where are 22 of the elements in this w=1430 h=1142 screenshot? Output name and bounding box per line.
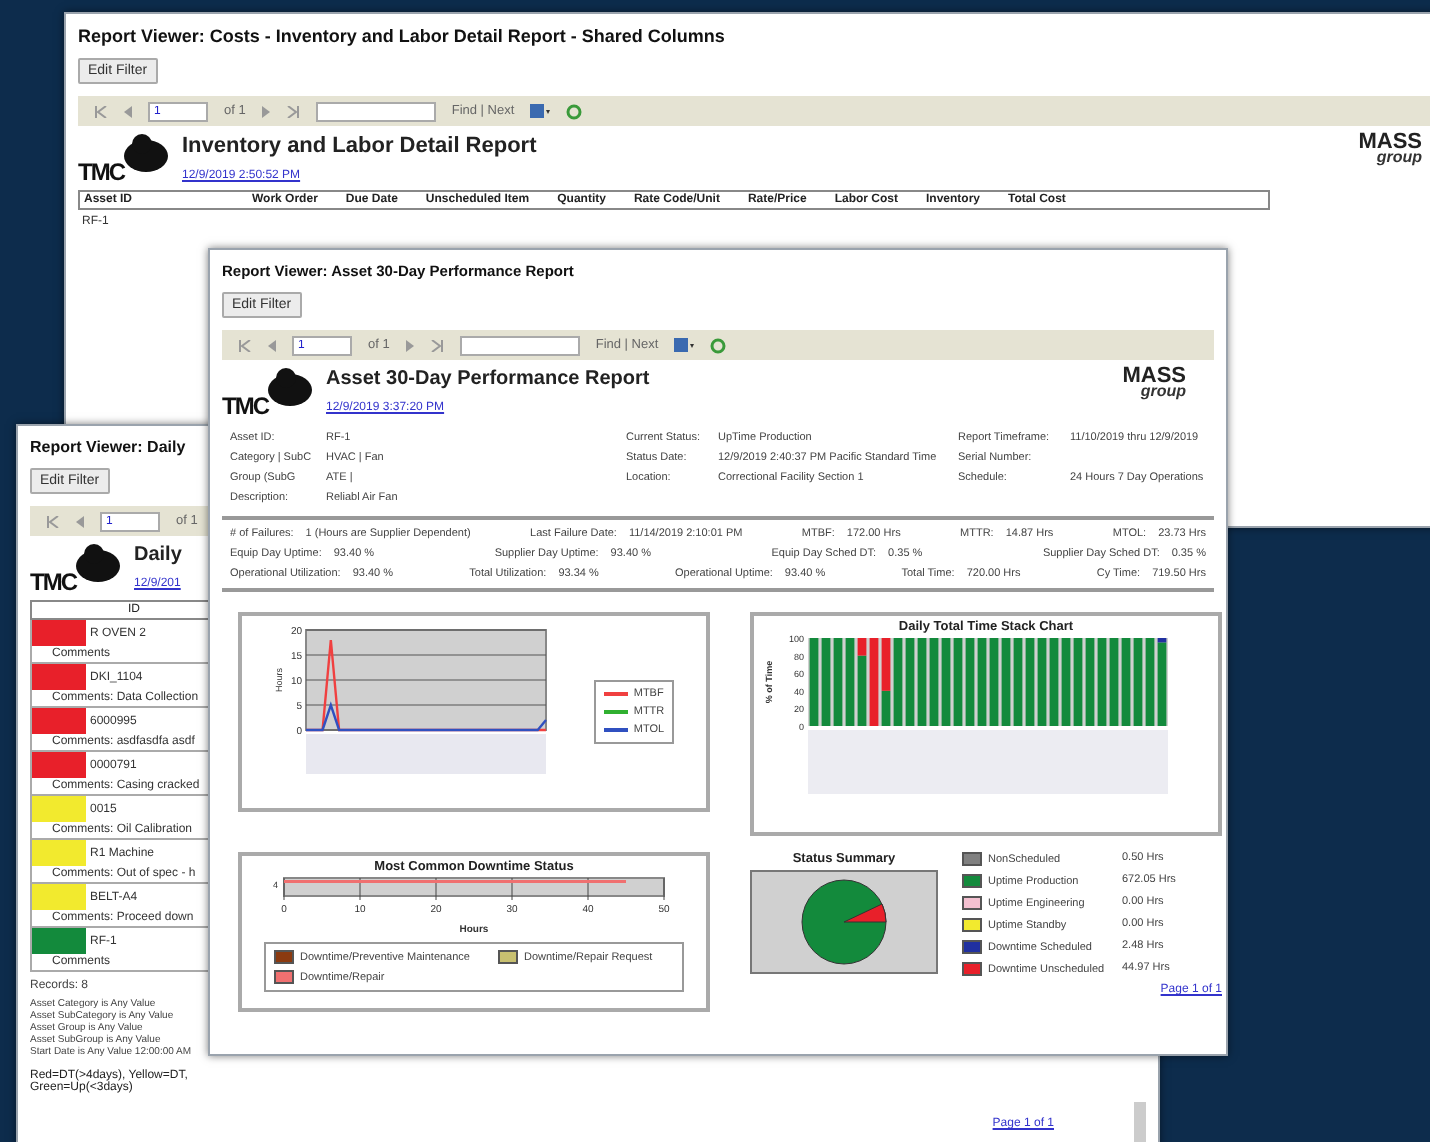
first-page-icon[interactable] bbox=[238, 339, 252, 351]
window-title: Report Viewer: Costs - Inventory and Labor Detail Report - Shared Columns bbox=[78, 26, 727, 46]
next-page-icon[interactable] bbox=[261, 105, 270, 117]
previous-page-icon[interactable] bbox=[124, 105, 132, 117]
tmc-logo: TMC bbox=[222, 368, 314, 420]
pie-chart bbox=[800, 878, 888, 966]
report-title: Asset 30-Day Performance Report bbox=[326, 368, 650, 390]
report-title: Daily bbox=[134, 544, 182, 566]
previous-page-icon[interactable] bbox=[76, 515, 84, 527]
tmc-logo: TMC bbox=[78, 134, 170, 186]
last-page-icon[interactable] bbox=[429, 339, 444, 351]
last-page-icon[interactable] bbox=[285, 105, 300, 117]
first-page-icon[interactable] bbox=[94, 105, 108, 117]
first-page-icon[interactable] bbox=[46, 515, 60, 527]
previous-page-icon[interactable] bbox=[268, 339, 276, 351]
report-title: Inventory and Labor Detail Report bbox=[182, 134, 537, 158]
next-page-icon[interactable] bbox=[405, 339, 414, 351]
mass-group-logo: MASS group bbox=[1122, 368, 1186, 399]
find-field[interactable] bbox=[459, 335, 580, 355]
find-field[interactable] bbox=[315, 101, 436, 121]
tmc-logo: TMC bbox=[30, 544, 122, 596]
mass-group-logo: MASS group bbox=[1358, 134, 1422, 165]
